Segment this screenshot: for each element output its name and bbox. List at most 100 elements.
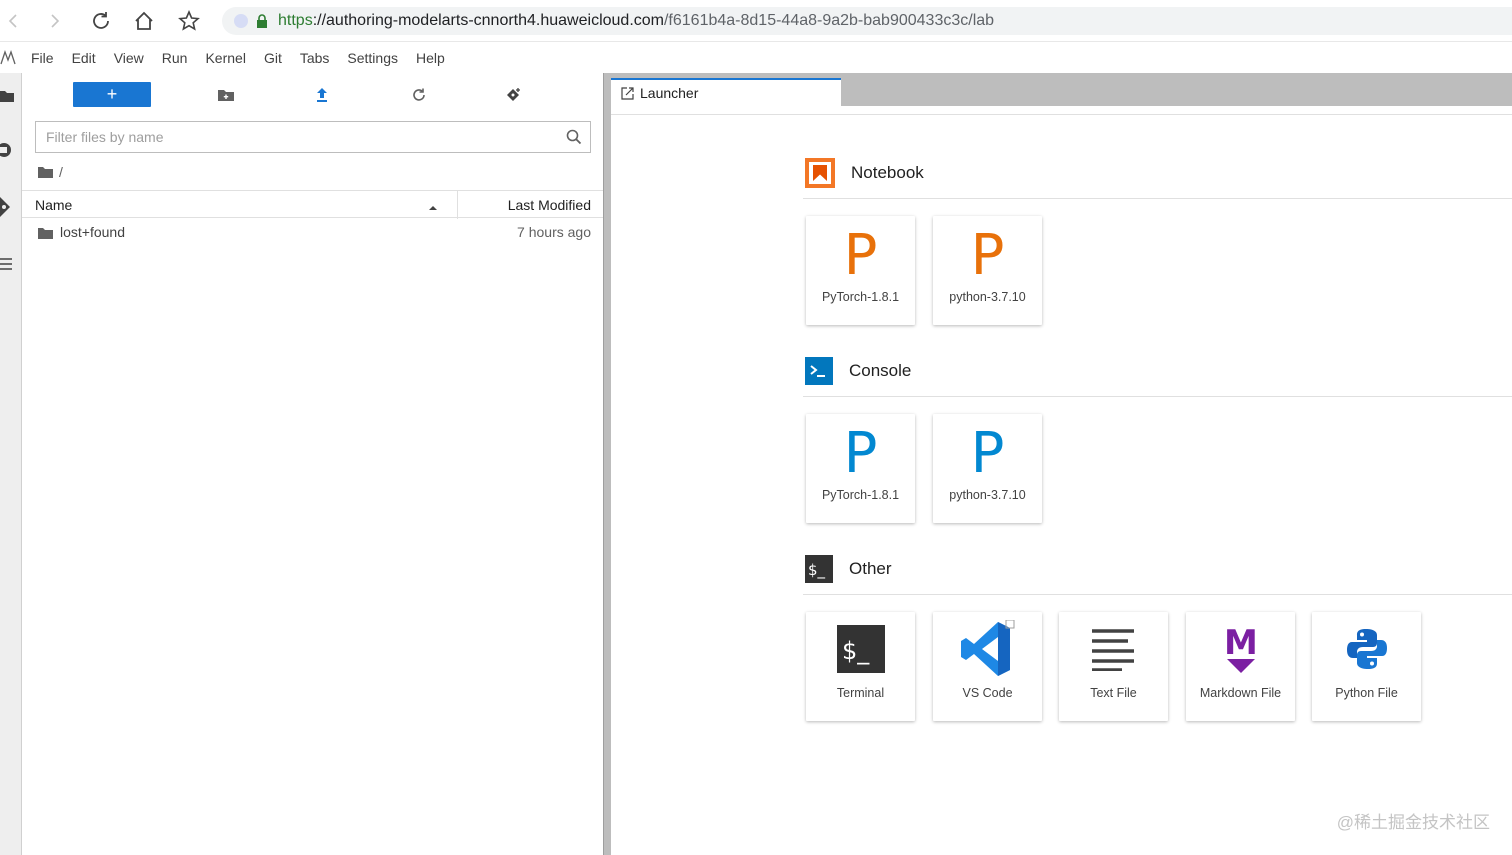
running-sessions-tab-icon[interactable] — [0, 141, 14, 164]
address-bar[interactable]: https://authoring-modelarts-cnnorth4.hua… — [222, 7, 1512, 35]
name-column-header[interactable]: Name — [35, 197, 72, 213]
kernel-logo: P — [970, 421, 1005, 486]
console-section-icon — [805, 357, 833, 385]
left-sidebar-tabs — [0, 73, 22, 855]
file-list-header: Name Last Modified — [22, 190, 603, 219]
sort-ascending-icon[interactable] — [427, 199, 439, 215]
console-card-pytorch[interactable]: P PyTorch-1.8.1 — [806, 414, 915, 523]
menu-help[interactable]: Help — [407, 50, 454, 66]
filter-files-input[interactable] — [46, 129, 546, 145]
home-icon[interactable] — [131, 8, 157, 34]
panel-splitter[interactable] — [603, 73, 611, 855]
console-section-header: Console — [805, 355, 1512, 387]
other-section-icon: $_ — [805, 555, 833, 583]
browser-toolbar: https://authoring-modelarts-cnnorth4.hua… — [0, 0, 1512, 42]
card-label: PyTorch-1.8.1 — [821, 290, 900, 304]
notebook-section-header: Notebook — [805, 157, 1512, 189]
section-title: Other — [849, 559, 892, 578]
reload-icon[interactable] — [88, 8, 114, 34]
menu-file[interactable]: File — [22, 50, 63, 66]
git-clone-icon[interactable] — [505, 86, 523, 104]
column-divider — [457, 191, 458, 219]
url-host: ://authoring-modelarts-cnnorth4.huaweicl… — [312, 12, 664, 29]
vscode-card[interactable]: VS Code — [933, 612, 1042, 721]
watermark: @稀土掘金技术社区 — [1336, 813, 1490, 832]
python-file-card[interactable]: Python File — [1312, 612, 1421, 721]
menu-settings[interactable]: Settings — [338, 50, 407, 66]
section-title: Notebook — [851, 163, 924, 182]
search-icon — [566, 129, 582, 150]
file-modified: 7 hours ago — [517, 224, 591, 240]
file-name: lost+found — [60, 224, 125, 240]
card-label: python-3.7.10 — [949, 488, 1026, 502]
markdown-file-card[interactable]: M Markdown File — [1186, 612, 1295, 721]
menu-run[interactable]: Run — [153, 50, 197, 66]
folder-icon — [38, 226, 53, 242]
table-of-contents-tab-icon[interactable] — [0, 257, 12, 276]
kernel-logo: P — [970, 223, 1005, 288]
refresh-icon[interactable] — [410, 86, 428, 104]
menu-tabs[interactable]: Tabs — [291, 50, 339, 66]
card-label: python-3.7.10 — [949, 290, 1026, 304]
breadcrumb: / — [38, 163, 63, 181]
folder-home-icon[interactable] — [38, 166, 53, 178]
text-file-icon — [1059, 622, 1168, 676]
card-label: Markdown File — [1199, 686, 1282, 700]
file-browser-tab-icon[interactable] — [0, 89, 14, 108]
forward-icon[interactable] — [42, 8, 68, 34]
notebook-card-pytorch[interactable]: P PyTorch-1.8.1 — [806, 216, 915, 325]
menu-git[interactable]: Git — [255, 50, 291, 66]
main-dock-area: Launcher Notebook P PyTorch-1.8.1 P pyth… — [611, 73, 1512, 855]
terminal-icon: $_ — [806, 622, 915, 676]
card-label: VS Code — [962, 686, 1013, 700]
section-divider — [803, 198, 1512, 199]
tab-bar: Launcher — [611, 73, 1512, 106]
launcher-tab-icon — [621, 86, 634, 100]
card-label: PyTorch-1.8.1 — [821, 488, 900, 502]
svg-text:M: M — [1224, 623, 1258, 663]
card-label: Python File — [1335, 686, 1398, 700]
menu-view[interactable]: View — [105, 50, 153, 66]
jupyter-logo-icon — [0, 50, 22, 66]
tab-underline — [611, 114, 1512, 115]
kernel-logo: P — [843, 223, 878, 288]
site-info-icon[interactable] — [234, 14, 248, 28]
git-tab-icon[interactable] — [0, 197, 14, 222]
back-icon[interactable] — [0, 8, 26, 34]
console-card-python[interactable]: P python-3.7.10 — [933, 414, 1042, 523]
section-title: Console — [849, 361, 912, 380]
section-divider — [803, 594, 1512, 595]
file-browser-toolbar: + — [22, 73, 603, 119]
card-label: Text File — [1090, 686, 1137, 700]
tab-launcher[interactable]: Launcher — [611, 78, 841, 106]
python-logo-icon — [1312, 622, 1421, 676]
breadcrumb-root[interactable]: / — [59, 164, 63, 180]
last-modified-column-header[interactable]: Last Modified — [508, 197, 591, 213]
markdown-icon: M — [1186, 622, 1295, 676]
menu-edit[interactable]: Edit — [63, 50, 105, 66]
kernel-logo: P — [843, 421, 878, 486]
terminal-card[interactable]: $_ Terminal — [806, 612, 915, 721]
file-browser-panel: + / Name Last Modified — [22, 73, 603, 855]
url-scheme: https — [278, 12, 313, 29]
other-section-header: $_ Other — [805, 553, 1512, 585]
card-label: Terminal — [836, 686, 885, 700]
new-launcher-button[interactable]: + — [73, 82, 151, 107]
text-file-card[interactable]: Text File — [1059, 612, 1168, 721]
table-row[interactable]: lost+found 7 hours ago — [22, 220, 603, 244]
menu-bar: File Edit View Run Kernel Git Tabs Setti… — [0, 43, 1512, 73]
bookmark-star-icon[interactable] — [176, 8, 202, 34]
filter-files-field[interactable] — [35, 121, 591, 153]
svg-text:$_: $_ — [842, 637, 870, 665]
upload-icon[interactable] — [313, 86, 331, 104]
svg-text:$_: $_ — [808, 561, 826, 580]
notebook-card-python[interactable]: P python-3.7.10 — [933, 216, 1042, 325]
url-path: /f6161b4a-8d15-44a8-9a2b-bab900433c3c/la… — [663, 12, 995, 29]
notebook-section-icon — [805, 158, 835, 188]
vscode-icon — [933, 620, 1042, 676]
tab-label: Launcher — [640, 85, 699, 101]
menu-kernel[interactable]: Kernel — [196, 50, 254, 66]
new-folder-icon[interactable] — [217, 86, 235, 104]
section-divider — [803, 396, 1512, 397]
lock-icon — [256, 14, 268, 28]
